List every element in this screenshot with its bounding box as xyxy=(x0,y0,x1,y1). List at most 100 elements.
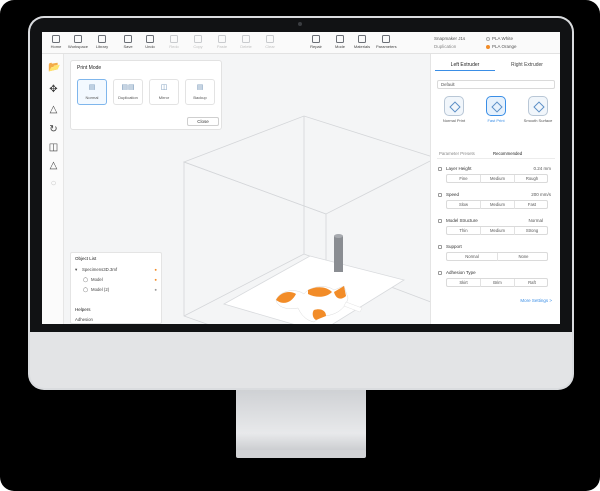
setting-speed: Speed 200 mm/s Slow Medium Fast xyxy=(437,192,557,214)
adhesion-checkbox[interactable] xyxy=(438,271,442,275)
print-mode-backup[interactable]: ▤ Backup xyxy=(185,79,215,105)
model-structure-option[interactable]: Medium xyxy=(481,227,515,235)
undo-icon xyxy=(146,35,154,43)
toolbar-materials[interactable]: Materials xyxy=(352,34,372,52)
speed-icon xyxy=(438,193,442,197)
extra-tool-icon[interactable]: ○ xyxy=(48,178,59,189)
support-checkbox[interactable] xyxy=(438,245,442,249)
print-mode-value: Duplication xyxy=(434,44,457,49)
object-list-item[interactable]: ◯ Model ● xyxy=(75,275,161,284)
toolbar-clear[interactable]: Clear xyxy=(260,34,280,52)
model-structure-option[interactable]: Strong xyxy=(515,227,549,235)
repair-icon xyxy=(312,35,320,43)
save-icon xyxy=(124,35,132,43)
helpers-title: Helpers xyxy=(75,307,91,312)
toolbar-repair[interactable]: Repair xyxy=(306,34,326,52)
material-white-label: PLA White xyxy=(492,36,514,41)
support-options: Normal None xyxy=(446,252,548,261)
move-icon[interactable]: ✥ xyxy=(48,84,59,95)
toolbar-library[interactable]: Library xyxy=(92,34,112,52)
profile-fast-print[interactable]: Fast Print xyxy=(481,96,511,132)
layer-height-value: 0.24 mm xyxy=(533,166,551,171)
parameters-icon xyxy=(382,35,390,43)
speed-option[interactable]: Medium xyxy=(481,201,515,209)
photo-frame: Home Workspace Library Save Undo Redo Co… xyxy=(0,0,600,491)
toolbar-copy[interactable]: Copy xyxy=(188,34,208,52)
print-mode-normal[interactable]: ▤ Normal xyxy=(77,79,107,105)
printer-material-info[interactable]: Snapmaker J1s PLA White Duplication PLA … xyxy=(434,35,556,51)
helpers-item-adhesion[interactable]: Adhesion xyxy=(75,317,93,322)
object-list-item[interactable]: ▾ Specimens3D.3mf ● xyxy=(75,265,161,274)
expand-icon[interactable]: ▾ xyxy=(75,265,77,274)
support-icon[interactable]: △ xyxy=(48,160,59,171)
print-mode-panel: Print Mode ▤ Normal ▤▤ Duplication ◫ Mirror… xyxy=(70,60,222,130)
toolbar-delete[interactable]: Delete xyxy=(236,34,256,52)
support-option[interactable]: Normal xyxy=(447,253,498,261)
mirror-icon[interactable]: ◫ xyxy=(48,142,59,153)
model-icon: ◯ xyxy=(83,287,88,292)
rotate-icon[interactable]: ↻ xyxy=(48,124,59,135)
model-structure-checkbox[interactable] xyxy=(438,219,442,223)
toolbar-save[interactable]: Save xyxy=(118,34,138,52)
backup-mode-icon: ▤ xyxy=(196,84,204,91)
print-mode-mirror[interactable]: ◫ Mirror xyxy=(149,79,179,105)
adhesion-option[interactable]: Raft xyxy=(515,279,549,287)
model-icon: ◯ xyxy=(83,277,88,282)
clear-icon xyxy=(266,35,274,43)
layer-height-option[interactable]: Rough xyxy=(515,175,549,183)
object-list-title: Object List xyxy=(75,256,97,261)
settings-panel: Left Extruder Right Extruder Default Nor… xyxy=(430,54,560,324)
paste-icon xyxy=(218,35,226,43)
subtab-parameter-presets[interactable]: Parameter Presets xyxy=(439,151,475,156)
eye-icon[interactable]: ● xyxy=(154,275,157,284)
profile-icon xyxy=(528,96,548,116)
profile-normal-print[interactable]: Normal Print xyxy=(439,96,469,132)
model-stand[interactable] xyxy=(334,236,343,272)
speed-option[interactable]: Fast xyxy=(515,201,549,209)
toolbar-parameters[interactable]: Parameters xyxy=(376,34,397,52)
eye-icon[interactable]: ● xyxy=(154,285,157,294)
tab-right-extruder[interactable]: Right Extruder xyxy=(497,60,557,71)
toolbar-home[interactable]: Home xyxy=(46,34,66,52)
printer-name: Snapmaker J1s xyxy=(434,36,466,41)
preset-select[interactable]: Default xyxy=(437,80,555,89)
layer-height-option[interactable]: Medium xyxy=(481,175,515,183)
mirror-mode-icon: ◫ xyxy=(160,84,168,91)
layer-height-option[interactable]: Fine xyxy=(447,175,481,183)
layer-height-icon xyxy=(438,167,442,171)
speed-options: Slow Medium Fast xyxy=(446,200,548,209)
toolbar-redo[interactable]: Redo xyxy=(164,34,184,52)
subtab-recommended[interactable]: Recommended xyxy=(493,151,522,156)
object-list-item[interactable]: ◯ Model (2) ● xyxy=(75,285,161,294)
monitor-chin xyxy=(30,332,572,388)
model-structure-option[interactable]: Thin xyxy=(447,227,481,235)
print-mode-duplication[interactable]: ▤▤ Duplication xyxy=(113,79,143,105)
profile-smooth-surface[interactable]: Smooth Surface xyxy=(523,96,553,132)
scale-icon[interactable]: △ xyxy=(48,104,59,115)
adhesion-option[interactable]: Skirt xyxy=(447,279,481,287)
open-file-icon[interactable]: 📂 xyxy=(48,62,60,73)
more-settings-link[interactable]: More Settings > xyxy=(520,298,552,303)
toolbar-undo[interactable]: Undo xyxy=(140,34,160,52)
monitor-stand-base xyxy=(236,450,366,458)
material-orange-label: PLA Orange xyxy=(492,44,517,49)
setting-adhesion-type: Adhesion Type Skirt Brim Raft xyxy=(437,270,557,292)
material-white-swatch xyxy=(486,37,490,41)
toolbar-mode[interactable]: Mode xyxy=(330,34,350,52)
speed-value: 200 mm/s xyxy=(531,192,551,197)
profile-icon xyxy=(444,96,464,116)
home-icon xyxy=(52,35,60,43)
settings-subtabs: Parameter Presets Recommended xyxy=(437,150,555,159)
speed-option[interactable]: Slow xyxy=(447,201,481,209)
workspace-icon xyxy=(74,35,82,43)
adhesion-option[interactable]: Brim xyxy=(481,279,515,287)
app-screen: Home Workspace Library Save Undo Redo Co… xyxy=(42,32,560,324)
toolbar-workspace[interactable]: Workspace xyxy=(68,34,88,52)
eye-icon[interactable]: ● xyxy=(154,265,157,274)
toolbar-paste[interactable]: Paste xyxy=(212,34,232,52)
normal-mode-icon: ▤ xyxy=(88,84,96,91)
print-mode-close-button[interactable]: Close xyxy=(187,117,219,126)
tab-left-extruder[interactable]: Left Extruder xyxy=(435,60,495,71)
support-option[interactable]: None xyxy=(498,253,549,261)
model-structure-options: Thin Medium Strong xyxy=(446,226,548,235)
